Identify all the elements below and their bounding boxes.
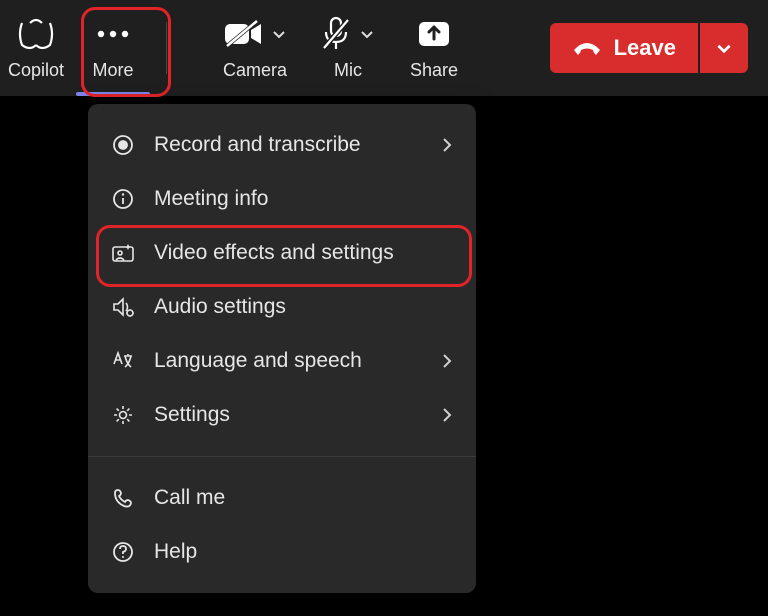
phone-icon [110, 487, 136, 509]
info-icon [110, 188, 136, 210]
mic-chevron-icon[interactable] [359, 26, 375, 42]
menu-meeting-info-label: Meeting info [154, 187, 268, 211]
toolbar-divider [166, 22, 167, 74]
camera-label: Camera [223, 60, 287, 81]
copilot-button[interactable]: Copilot [0, 0, 72, 96]
menu-record-label: Record and transcribe [154, 133, 361, 157]
record-icon [110, 134, 136, 156]
gear-icon [110, 404, 136, 426]
mic-button[interactable]: Mic [305, 0, 391, 96]
copilot-icon [16, 16, 56, 52]
copilot-label: Copilot [8, 60, 64, 81]
menu-help[interactable]: Help [88, 525, 476, 579]
camera-button[interactable]: Camera [205, 0, 305, 96]
menu-language-label: Language and speech [154, 349, 362, 373]
chevron-right-icon [440, 406, 454, 424]
menu-audio-settings-label: Audio settings [154, 295, 286, 319]
chevron-right-icon [440, 352, 454, 370]
menu-settings-label: Settings [154, 403, 230, 427]
help-icon [110, 541, 136, 563]
video-effects-icon [110, 243, 136, 263]
more-active-underline [76, 92, 150, 96]
leave-options-button[interactable] [700, 23, 748, 73]
camera-chevron-icon[interactable] [271, 26, 287, 42]
language-icon [110, 350, 136, 372]
menu-help-label: Help [154, 540, 197, 564]
menu-video-effects[interactable]: Video effects and settings [88, 226, 476, 280]
hangup-icon [572, 38, 602, 58]
leave-label: Leave [614, 35, 676, 61]
share-label: Share [410, 60, 458, 81]
ellipsis-icon [95, 16, 131, 52]
menu-language-speech[interactable]: Language and speech [88, 334, 476, 388]
meeting-toolbar: Copilot More Camera [0, 0, 768, 96]
menu-record-transcribe[interactable]: Record and transcribe [88, 118, 476, 172]
more-label: More [92, 60, 133, 81]
share-button[interactable]: Share [391, 0, 477, 96]
chevron-right-icon [440, 136, 454, 154]
leave-group: Leave [550, 23, 748, 73]
menu-separator [88, 456, 476, 457]
menu-audio-settings[interactable]: Audio settings [88, 280, 476, 334]
menu-call-me[interactable]: Call me [88, 471, 476, 525]
menu-call-me-label: Call me [154, 486, 225, 510]
menu-settings[interactable]: Settings [88, 388, 476, 442]
mic-off-icon [321, 16, 351, 52]
camera-off-icon [223, 16, 263, 52]
menu-meeting-info[interactable]: Meeting info [88, 172, 476, 226]
more-button[interactable]: More [72, 0, 154, 96]
menu-video-effects-label: Video effects and settings [154, 241, 394, 265]
more-menu: Record and transcribe Meeting info Video… [88, 104, 476, 593]
mic-label: Mic [334, 60, 362, 81]
audio-settings-icon [110, 296, 136, 318]
share-icon [417, 16, 451, 52]
leave-button[interactable]: Leave [550, 23, 698, 73]
